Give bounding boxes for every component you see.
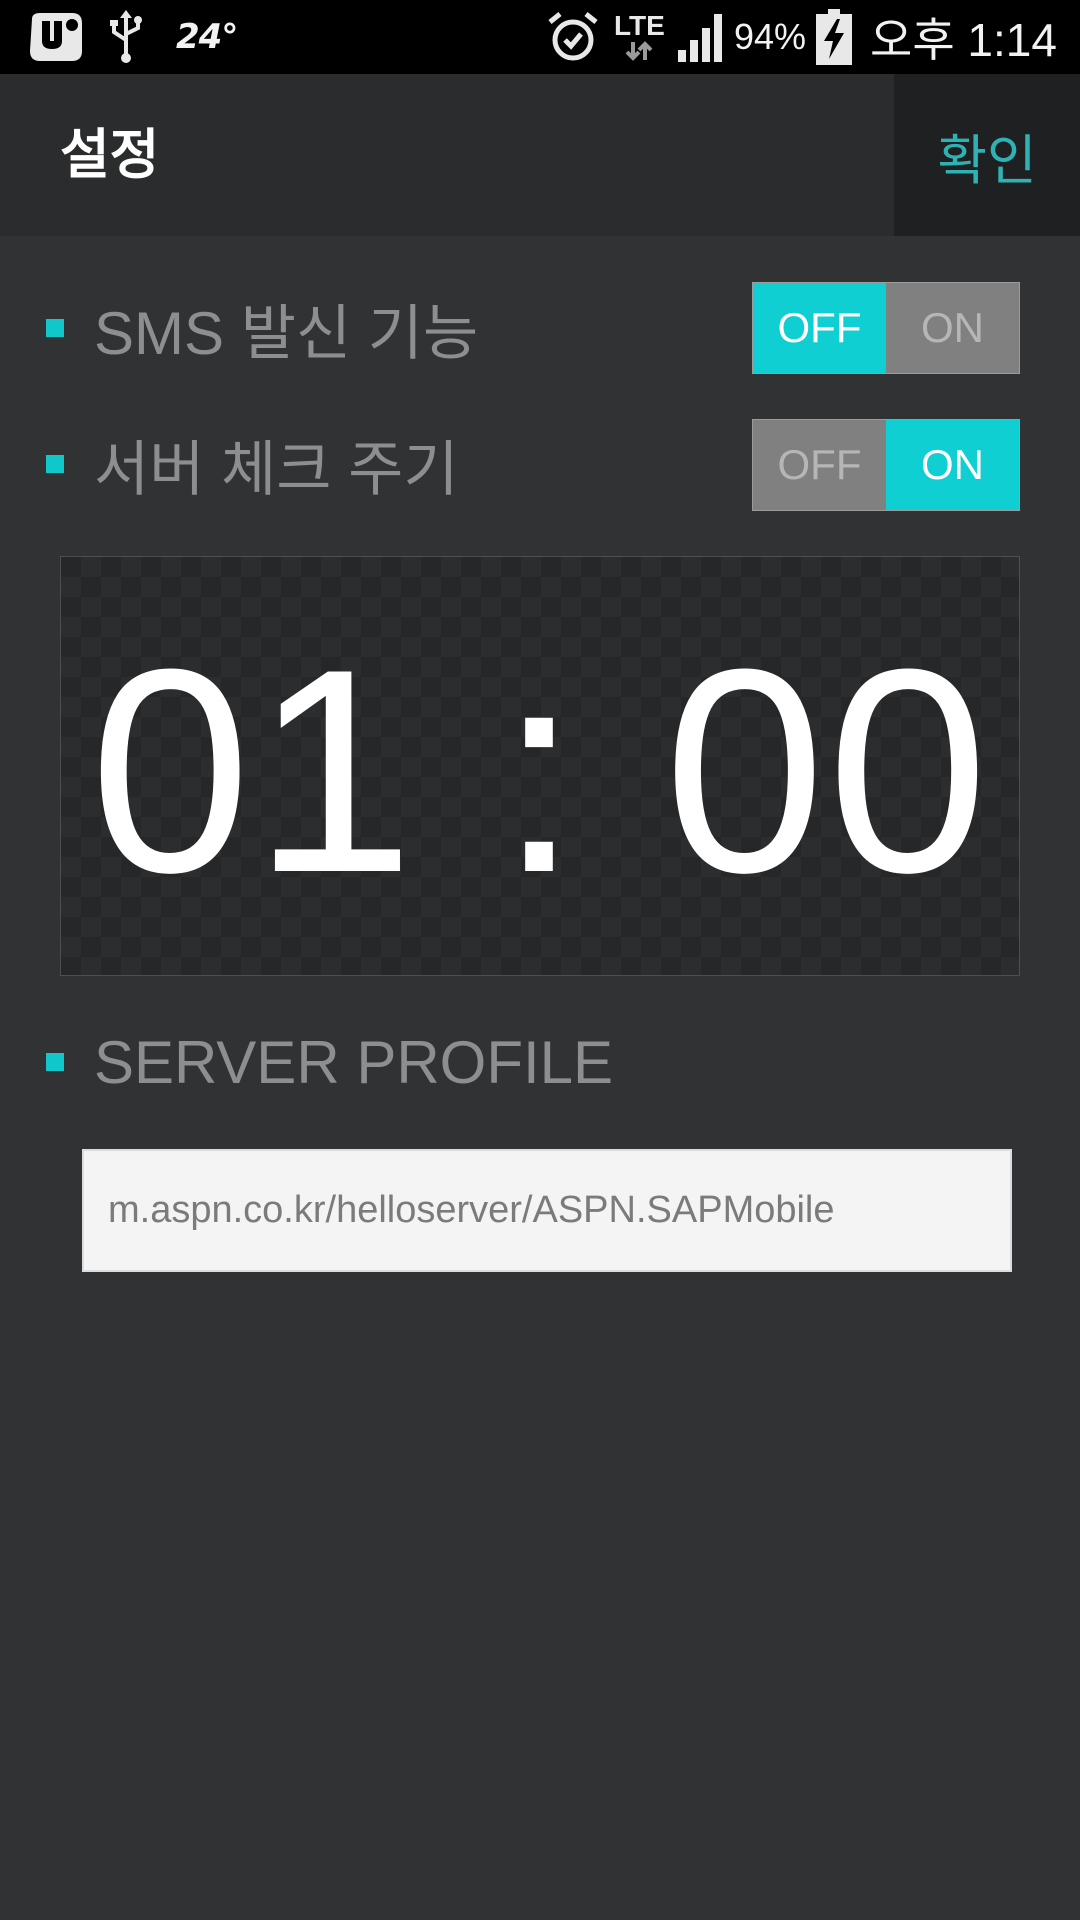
clock-text: 오후 1:14 bbox=[870, 14, 1057, 66]
alarm-icon bbox=[546, 0, 600, 74]
data-arrows-icon bbox=[625, 41, 653, 61]
sms-setting-label: SMS 발신 기능 bbox=[94, 299, 479, 367]
page-title: 설정 bbox=[60, 123, 160, 186]
bullet-icon bbox=[46, 319, 64, 337]
server-url-field[interactable]: m.aspn.co.kr/helloserver/ASPN.SAPMobile bbox=[82, 1149, 1012, 1272]
uplus-icon bbox=[26, 0, 86, 74]
sms-toggle-on[interactable]: ON bbox=[886, 283, 1019, 373]
interval-time-text: 01 : 00 bbox=[89, 609, 991, 933]
signal-icon bbox=[678, 0, 726, 74]
sms-toggle[interactable]: OFF ON bbox=[752, 282, 1020, 374]
interval-time-picker[interactable]: 01 : 00 bbox=[60, 556, 1020, 976]
temperature-text: 24° bbox=[176, 17, 238, 57]
status-bar: 24° LTE 94% 오후 1:14 bbox=[0, 0, 1080, 74]
sms-setting-row: SMS 발신 기능 bbox=[46, 286, 478, 370]
server-check-toggle-off[interactable]: OFF bbox=[753, 420, 886, 510]
bullet-icon bbox=[46, 455, 64, 473]
app-header: 설정 확인 bbox=[0, 74, 1080, 236]
battery-percent-text: 94% bbox=[734, 16, 807, 57]
server-check-setting-label: 서버 체크 주기 bbox=[94, 435, 459, 503]
bullet-icon bbox=[46, 1053, 64, 1071]
usb-icon bbox=[108, 0, 144, 74]
confirm-button[interactable]: 확인 bbox=[894, 74, 1080, 236]
network-type-text: LTE bbox=[614, 10, 665, 41]
server-profile-label: SERVER PROFILE bbox=[94, 1028, 614, 1096]
sms-toggle-off[interactable]: OFF bbox=[753, 283, 886, 373]
server-check-toggle[interactable]: OFF ON bbox=[752, 419, 1020, 511]
server-check-toggle-on[interactable]: ON bbox=[886, 420, 1019, 510]
server-profile-row: SERVER PROFILE bbox=[46, 1020, 613, 1104]
battery-charging-icon bbox=[816, 0, 852, 74]
lte-indicator: LTE bbox=[614, 0, 665, 74]
server-check-setting-row: 서버 체크 주기 bbox=[46, 422, 459, 506]
